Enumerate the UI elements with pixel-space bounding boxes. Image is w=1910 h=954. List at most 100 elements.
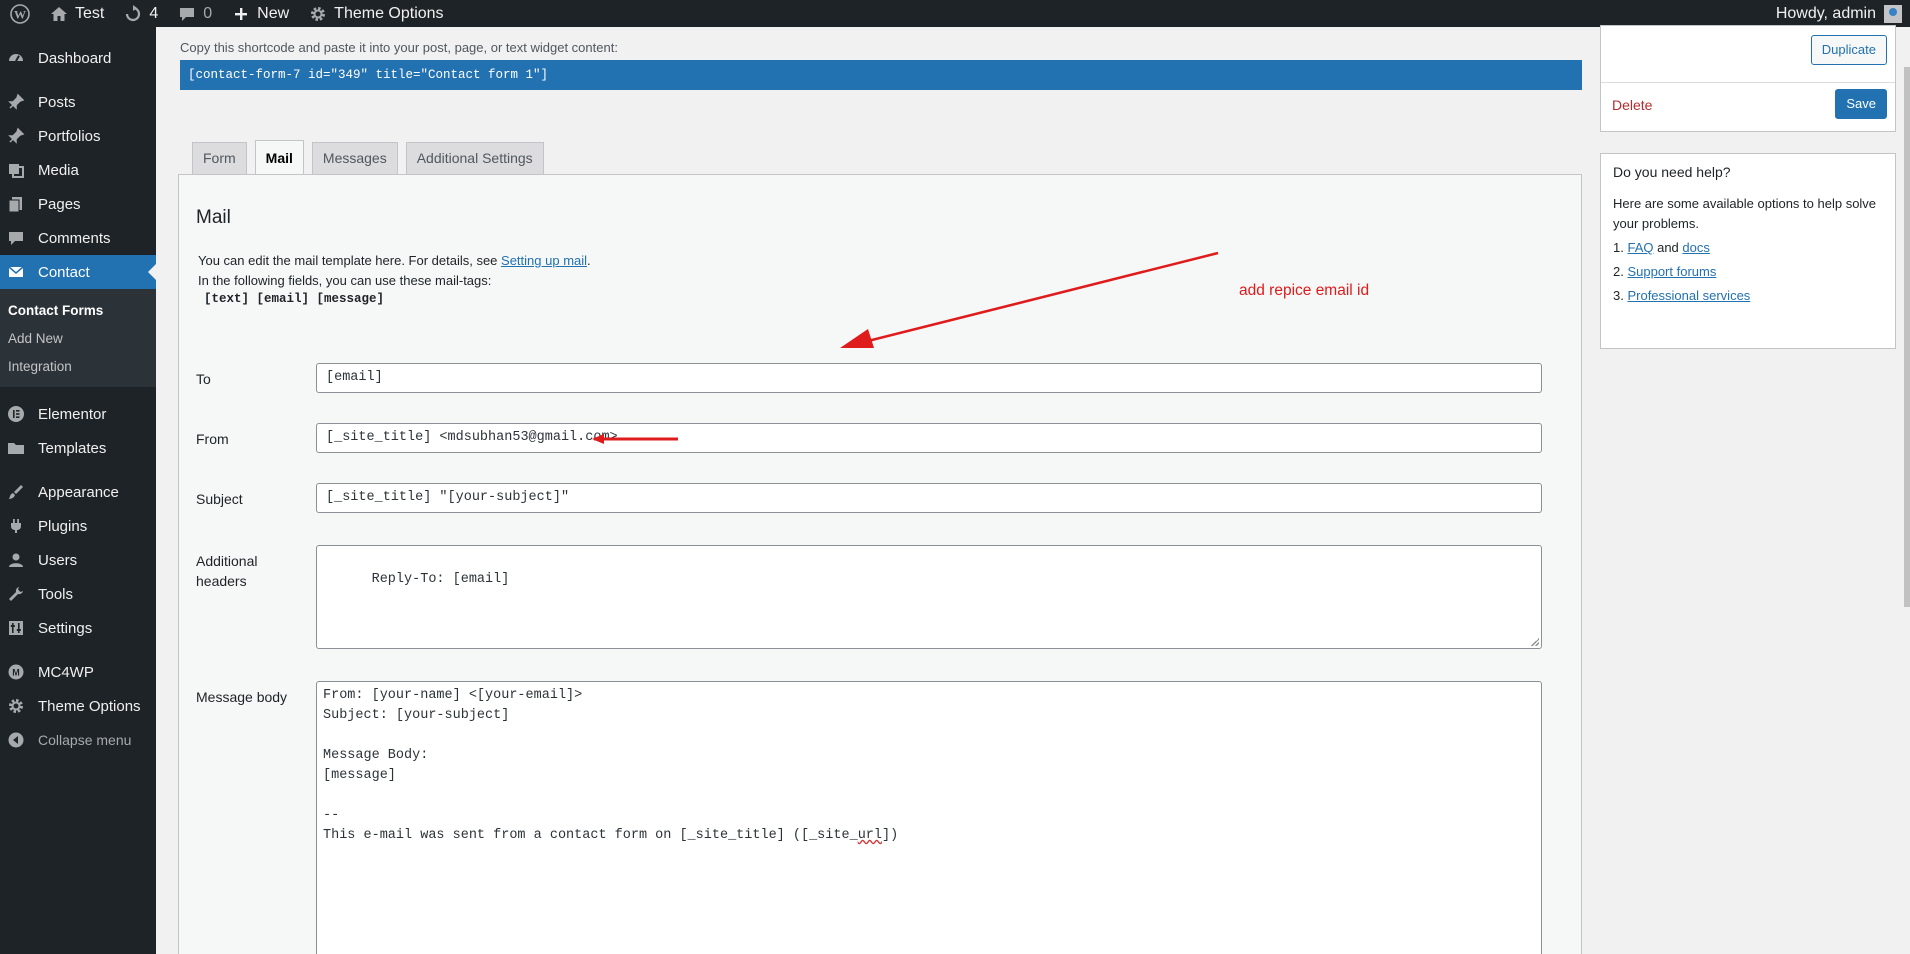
body-line: Message Body:: [323, 748, 429, 763]
body-line: This e-mail was sent from a contact form…: [323, 828, 899, 843]
wrench-icon: [6, 584, 26, 604]
settings-icon: [6, 618, 26, 638]
submenu-add-new[interactable]: Add New: [0, 325, 156, 353]
sidebar-item-appearance[interactable]: Appearance: [0, 475, 156, 509]
svg-text:W: W: [14, 7, 26, 21]
tab-messages[interactable]: Messages: [311, 142, 398, 174]
my-account[interactable]: Howdy, admin: [1775, 4, 1910, 23]
list-item: 3. Professional services: [1613, 288, 1751, 303]
subject-field[interactable]: [_site_title] "[your-subject]": [316, 483, 1542, 513]
comments-link[interactable]: 0: [168, 0, 222, 27]
panel-title: Mail: [196, 207, 231, 228]
message-body-label: Message body: [196, 689, 288, 705]
media-icon: [6, 160, 26, 180]
annotation-text: add repice email id: [1239, 282, 1370, 299]
additional-headers-label: Additional headers: [196, 553, 258, 589]
support-forums-link[interactable]: Support forums: [1627, 264, 1716, 279]
body-line: Subject: [your-subject]: [323, 708, 510, 723]
divider: [1601, 82, 1895, 83]
help-title: Do you need help?: [1613, 164, 1731, 180]
sidebar-item-templates[interactable]: Templates: [0, 431, 156, 465]
gear-icon: [309, 5, 327, 23]
save-button[interactable]: Save: [1835, 89, 1887, 119]
updates-count: 4: [149, 4, 159, 22]
folder-icon: [6, 438, 26, 458]
annotation-arrow: [840, 251, 1219, 348]
sidebar-item-users[interactable]: Users: [0, 543, 156, 577]
sidebar-item-portfolios[interactable]: Portfolios: [0, 119, 156, 153]
faq-link[interactable]: FAQ: [1627, 240, 1653, 255]
sidebar-item-mc4wp[interactable]: M MC4WP: [0, 655, 156, 689]
plus-icon: [232, 5, 250, 23]
sidebar-item-comments[interactable]: Comments: [0, 221, 156, 255]
additional-headers-textarea[interactable]: Reply-To: [email]: [316, 545, 1542, 649]
sidebar-item-elementor[interactable]: Elementor: [0, 397, 156, 431]
from-field[interactable]: [_site_title] <mdsubhan53@gmail.com>: [316, 423, 1542, 453]
updates-link[interactable]: 4: [114, 0, 168, 27]
scrollbar-thumb[interactable]: [1904, 67, 1910, 607]
submenu-contact-forms[interactable]: Contact Forms: [0, 297, 156, 325]
help-list: 1. FAQ and docs 2. Support forums 3. Pro…: [1613, 236, 1750, 308]
contact-submenu: Contact Forms Add New Integration: [0, 289, 156, 387]
gear-icon: [6, 696, 26, 716]
avatar: [1884, 4, 1902, 23]
comments-count: 0: [203, 4, 213, 22]
tab-additional-settings[interactable]: Additional Settings: [405, 142, 544, 174]
pages-icon: [6, 194, 26, 214]
body-line: [323, 726, 1535, 746]
to-field[interactable]: [email]: [316, 363, 1542, 393]
submenu-integration[interactable]: Integration: [0, 353, 156, 381]
sidebar-item-theme-options[interactable]: Theme Options: [0, 689, 156, 723]
dashboard-icon: [6, 48, 26, 68]
tab-mail[interactable]: Mail: [254, 140, 304, 174]
site-name: Test: [75, 4, 105, 22]
mc4wp-icon: M: [6, 662, 26, 682]
pin-icon: [6, 92, 26, 112]
home-icon: [50, 5, 68, 23]
body-line: [323, 786, 1535, 806]
sidebar-item-plugins[interactable]: Plugins: [0, 509, 156, 543]
plug-icon: [6, 516, 26, 536]
mail-tags: [text] [email] [message]: [204, 292, 385, 306]
delete-link[interactable]: Delete: [1612, 97, 1652, 113]
body-line: [message]: [323, 768, 396, 783]
collapse-menu-button[interactable]: Collapse menu: [0, 723, 156, 757]
main-content: Copy this shortcode and paste it into yo…: [156, 25, 1910, 954]
wordpress-logo-icon[interactable]: W: [0, 0, 40, 27]
professional-services-link[interactable]: Professional services: [1627, 288, 1750, 303]
sidebar-item-tools[interactable]: Tools: [0, 577, 156, 611]
sidebar-item-posts[interactable]: Posts: [0, 85, 156, 119]
setting-up-mail-link[interactable]: Setting up mail: [501, 253, 587, 268]
comment-icon: [6, 228, 26, 248]
page-scrollbar[interactable]: [1904, 27, 1910, 954]
list-item: 1. FAQ and docs: [1613, 240, 1710, 255]
help-text: Here are some available options to help …: [1613, 196, 1877, 231]
theme-options-link[interactable]: Theme Options: [299, 0, 453, 27]
tab-form[interactable]: Form: [192, 142, 247, 174]
docs-link[interactable]: docs: [1682, 240, 1709, 255]
message-body-textarea[interactable]: From: [your-name] <[your-email]> Subject:…: [316, 681, 1542, 954]
to-label: To: [196, 371, 211, 387]
sidebar-item-media[interactable]: Media: [0, 153, 156, 187]
new-content-link[interactable]: New: [222, 0, 299, 27]
admin-sidebar: Dashboard Posts Portfolios Media Pages C…: [0, 27, 156, 954]
sidebar-item-pages[interactable]: Pages: [0, 187, 156, 221]
shortcode-field[interactable]: [contact-form-7 id="349" title="Contact …: [180, 60, 1582, 90]
sidebar-item-contact[interactable]: Contact: [0, 255, 156, 289]
site-name-link[interactable]: Test: [40, 0, 114, 27]
help-box: Do you need help? Here are some availabl…: [1600, 153, 1896, 349]
elementor-icon: [6, 404, 26, 424]
refresh-icon: [124, 4, 142, 23]
shortcode-label: Copy this shortcode and paste it into yo…: [180, 40, 618, 55]
sidebar-item-dashboard[interactable]: Dashboard: [0, 41, 156, 75]
duplicate-button[interactable]: Duplicate: [1810, 35, 1887, 65]
theme-options-label: Theme Options: [334, 4, 444, 22]
body-line: From: [your-name] <[your-email]>: [323, 688, 583, 703]
sidebar-item-settings[interactable]: Settings: [0, 611, 156, 645]
collapse-arrow-icon: [6, 730, 26, 750]
greeting: Howdy, admin: [1775, 4, 1876, 22]
mail-description: You can edit the mail template here. For…: [198, 253, 591, 288]
list-item: 2. Support forums: [1613, 264, 1717, 279]
resize-handle[interactable]: [1531, 638, 1539, 646]
envelope-icon: [6, 262, 26, 282]
